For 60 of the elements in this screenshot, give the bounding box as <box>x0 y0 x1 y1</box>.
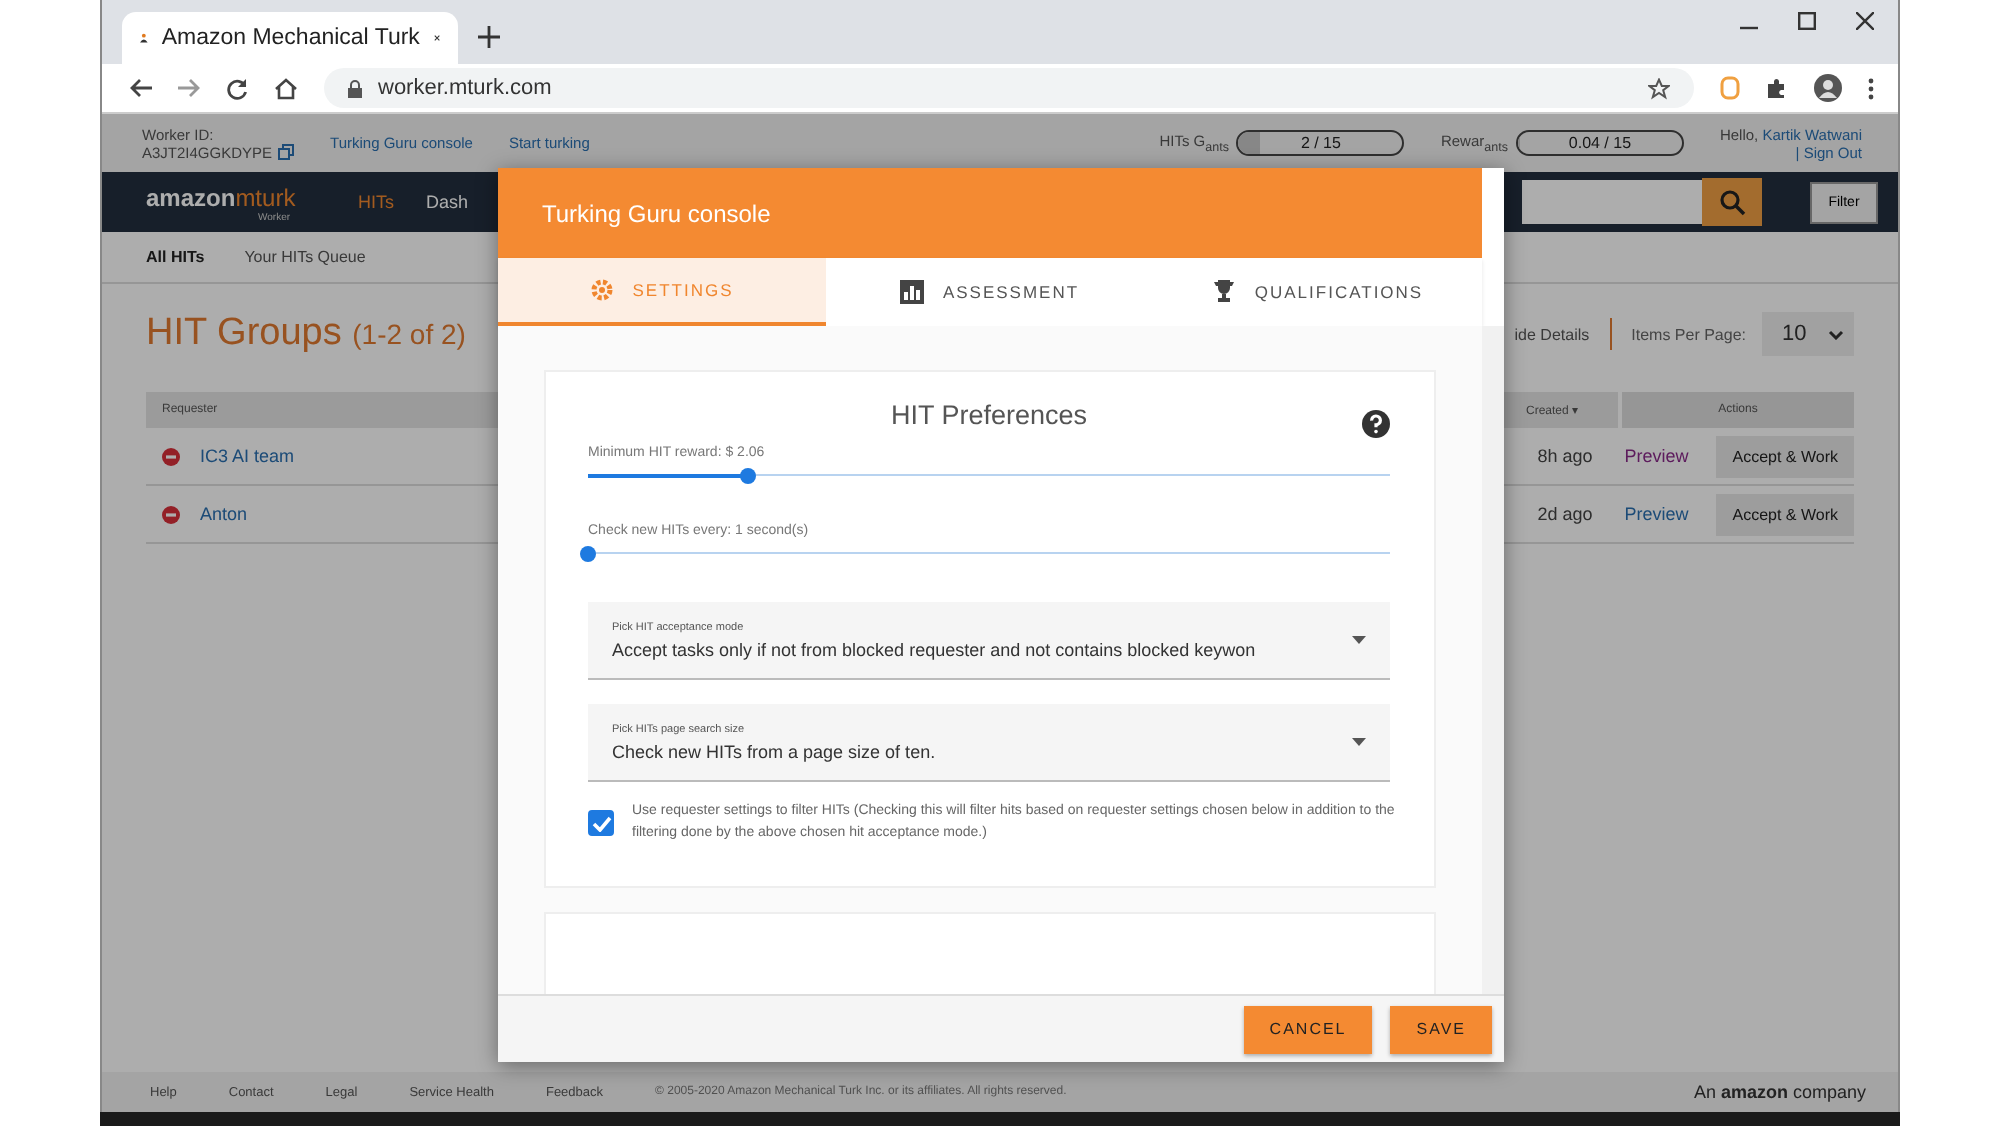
brand-text: An amazon company <box>1693 1082 1866 1102</box>
search-button[interactable] <box>1702 178 1762 226</box>
nav-link[interactable]: HITs <box>358 192 394 212</box>
reload-icon[interactable] <box>226 77 248 99</box>
dialog-title: Turking Guru console <box>542 199 771 227</box>
trophy-icon <box>1212 280 1237 304</box>
close-icon[interactable] <box>1856 11 1874 29</box>
browser-tab[interactable]: Amazon Mechanical Turk <box>122 12 458 64</box>
subnav-tab[interactable]: All HITs <box>146 248 205 266</box>
items-per-page-label: Items Per Page: <box>1631 325 1746 343</box>
goal-reading: 2 / 15 <box>1300 134 1341 152</box>
accept-button[interactable]: Accept & Work <box>1716 493 1854 535</box>
close-icon[interactable] <box>433 30 440 46</box>
subnav-tab[interactable]: Your HITs Queue <box>244 248 366 266</box>
help-icon[interactable] <box>1362 410 1390 438</box>
new-tab-icon[interactable] <box>478 26 500 48</box>
requester-link[interactable]: IC3 AI team <box>200 446 295 466</box>
gear-icon <box>590 278 615 302</box>
scrollbar[interactable] <box>1482 326 1504 994</box>
forward-icon[interactable] <box>178 78 200 98</box>
tab-title: Amazon Mechanical Turk <box>161 26 420 50</box>
cancel-button[interactable]: CANCEL <box>1243 1005 1373 1053</box>
back-icon[interactable] <box>130 78 152 98</box>
copy-icon[interactable] <box>278 144 295 160</box>
goal-reading: 0.04 / 15 <box>1568 134 1632 152</box>
chart-icon <box>900 280 925 304</box>
menu-icon[interactable] <box>1868 77 1874 99</box>
avatar-icon[interactable] <box>1814 74 1842 102</box>
slider-thumb[interactable] <box>740 467 757 483</box>
dropdown-arrow-icon <box>1352 636 1366 644</box>
preview-link[interactable]: Preview <box>1624 504 1689 524</box>
search-field[interactable] <box>1522 180 1702 224</box>
block-icon[interactable] <box>162 447 180 465</box>
block-icon[interactable] <box>162 505 180 523</box>
logo-accent: mturk <box>235 183 296 211</box>
created-time: 2d ago <box>1537 504 1593 524</box>
page-title: HIT Groups (1-2 of 2) <box>146 312 466 356</box>
save-button[interactable]: SAVE <box>1390 1005 1492 1053</box>
home-icon[interactable] <box>274 77 298 99</box>
card-title: HIT Preferences <box>890 400 1088 430</box>
dropdown-arrow-icon <box>1352 738 1366 746</box>
accept-button[interactable]: Accept & Work <box>1716 435 1854 477</box>
address-field[interactable]: worker.mturk.com <box>324 68 1694 108</box>
maximize-icon[interactable] <box>1798 11 1816 29</box>
created-time: 8h ago <box>1537 446 1593 466</box>
star-icon[interactable] <box>1648 77 1670 99</box>
dialog-tab[interactable]: QUALIFICATIONS <box>1154 258 1482 326</box>
logo-text: amazon <box>146 183 236 211</box>
checkbox[interactable] <box>588 810 614 836</box>
details-link[interactable]: ide Details <box>1514 325 1590 343</box>
requester-link[interactable]: Anton <box>200 504 248 524</box>
nav-link[interactable]: Dash <box>426 192 469 212</box>
search-icon <box>1719 189 1745 215</box>
preview-link[interactable]: Preview <box>1624 446 1689 466</box>
lock-icon <box>348 79 362 97</box>
items-per-page-select[interactable]: 10 <box>1762 312 1854 356</box>
chevron-icon <box>1828 329 1844 339</box>
slider-thumb[interactable] <box>580 545 596 561</box>
dialog-tab[interactable]: ASSESSMENT <box>826 258 1154 326</box>
puzzle-icon[interactable] <box>1766 77 1788 99</box>
